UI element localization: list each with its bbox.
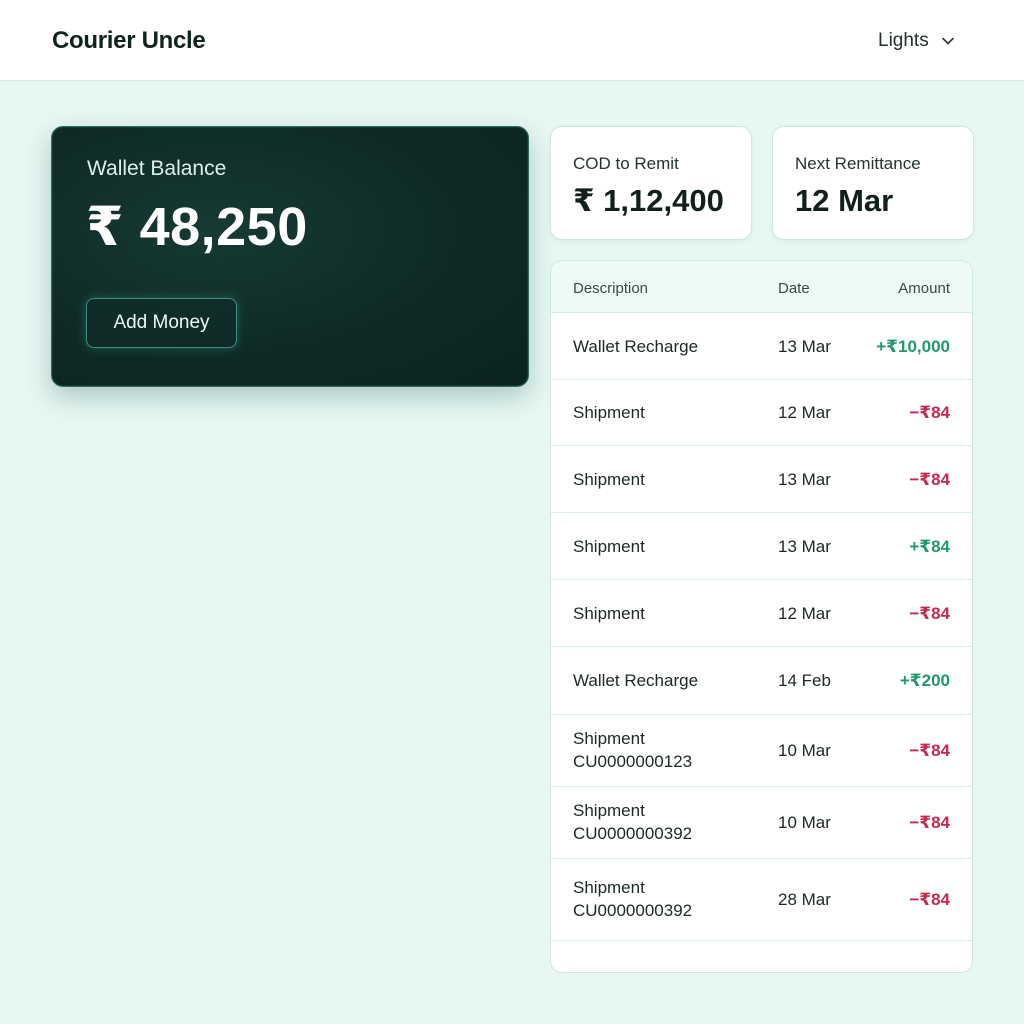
row-description: Shipment CU0000000392	[573, 878, 693, 920]
row-date: 13 Mar	[778, 469, 831, 489]
table-row[interactable]: Shipment CU0000000123 10 Mar −₹84	[551, 715, 972, 787]
theme-select-label: Lights	[878, 30, 929, 51]
row-description: Wallet Recharge	[573, 671, 699, 690]
row-amount: +₹10,000	[876, 336, 950, 356]
row-description: Shipment	[573, 536, 645, 556]
row-description: Shipment CU0000000392	[573, 801, 693, 843]
add-money-button[interactable]: Add Money	[86, 298, 237, 348]
row-date: 13 Mar	[778, 536, 831, 556]
column-header-date[interactable]: Date	[778, 280, 810, 297]
table-row[interactable]: Shipment 13 Mar +₹84	[551, 513, 972, 580]
row-description: Shipment	[573, 403, 645, 422]
row-amount: −₹84	[909, 403, 950, 422]
row-description: Wallet Recharge	[573, 336, 699, 356]
table-row[interactable]: Shipment 12 Mar −₹84	[551, 380, 972, 446]
top-bar: Courier Uncle Lights	[0, 0, 1024, 81]
table-row[interactable]: Shipment CU0000000392 10 Mar −₹84	[551, 787, 972, 859]
row-amount: +₹84	[909, 536, 950, 556]
next-remittance-card: Next Remittance 12 Mar	[772, 126, 974, 240]
cod-to-remit-label: COD to Remit	[573, 154, 679, 173]
row-amount: −₹84	[909, 741, 950, 760]
row-date: 28 Mar	[778, 890, 831, 909]
table-row[interactable]: Wallet Recharge 14 Feb +₹200	[551, 647, 972, 715]
row-description: Shipment	[573, 469, 645, 489]
table-row[interactable]: Shipment 12 Mar −₹84	[551, 580, 972, 647]
row-date: 14 Feb	[778, 671, 831, 690]
row-date: 13 Mar	[778, 336, 831, 356]
brand-logo-text[interactable]: Courier Uncle	[52, 27, 206, 55]
wallet-balance-card: Wallet Balance ₹ 48,250 Add Money	[51, 126, 529, 387]
row-date: 10 Mar	[778, 813, 831, 832]
table-header: Description Date Amount	[551, 261, 972, 313]
row-amount: −₹84	[909, 603, 950, 623]
theme-select[interactable]: Lights	[878, 26, 955, 56]
column-header-amount[interactable]: Amount	[898, 280, 950, 297]
column-header-description[interactable]: Description	[573, 280, 648, 297]
next-remittance-label: Next Remittance	[795, 154, 921, 173]
row-date: 10 Mar	[778, 741, 831, 760]
table-row[interactable]: Shipment 13 Mar −₹84	[551, 446, 972, 513]
row-date: 12 Mar	[778, 603, 831, 623]
cod-to-remit-value: ₹ 1,12,400	[573, 183, 724, 218]
cod-to-remit-card: COD to Remit ₹ 1,12,400	[550, 126, 752, 240]
row-amount: −₹84	[909, 813, 950, 832]
table-row[interactable]: Wallet Recharge 13 Mar +₹10,000	[551, 313, 972, 380]
row-amount: +₹200	[899, 671, 950, 690]
wallet-balance-amount: ₹ 48,250	[86, 197, 308, 257]
row-date: 12 Mar	[778, 403, 831, 422]
row-description: Shipment	[573, 603, 645, 623]
transactions-table: Description Date Amount Wallet Recharge 1…	[550, 260, 973, 973]
row-amount: −₹84	[909, 469, 950, 489]
wallet-balance-label: Wallet Balance	[87, 157, 227, 180]
chevron-down-icon	[941, 37, 954, 45]
table-row[interactable]: Shipment CU0000000392 28 Mar −₹84	[551, 859, 972, 941]
next-remittance-value: 12 Mar	[795, 183, 894, 218]
row-description: Shipment CU0000000123	[573, 729, 693, 771]
row-amount: −₹84	[909, 890, 950, 909]
